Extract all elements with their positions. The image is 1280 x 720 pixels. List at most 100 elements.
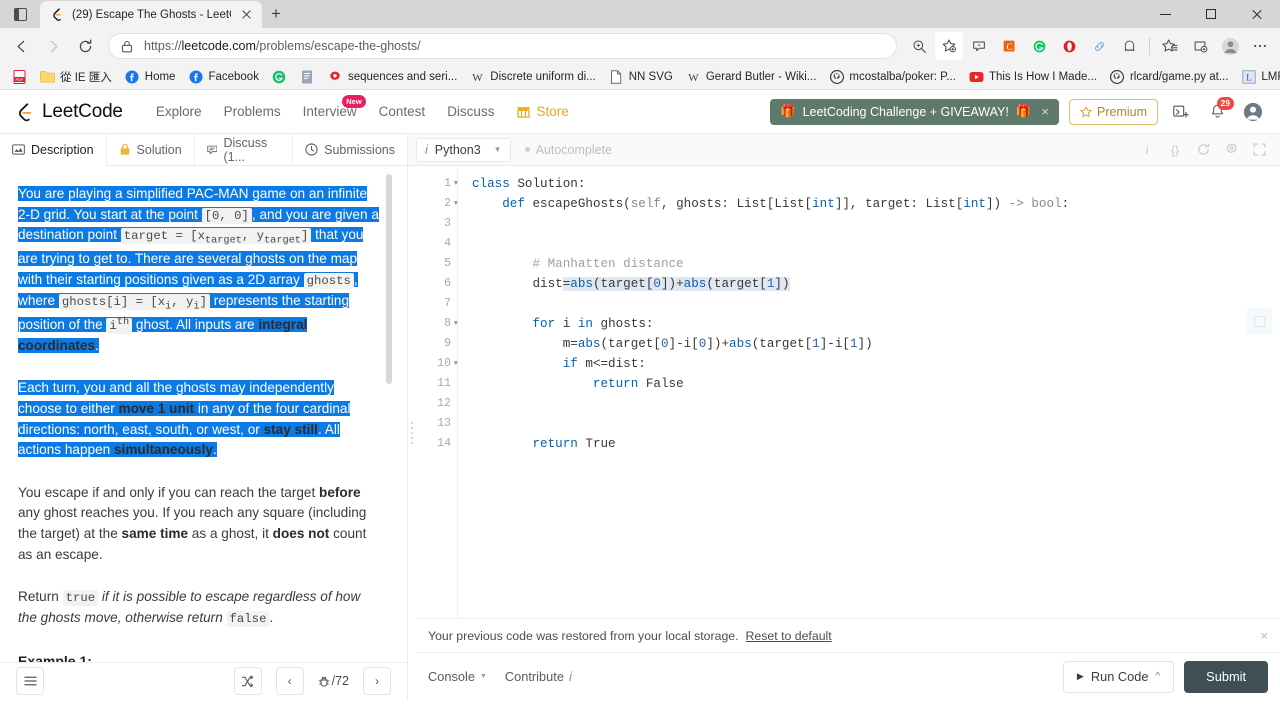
user-avatar[interactable]	[1240, 99, 1266, 125]
collections-icon[interactable]	[965, 32, 993, 60]
discuss-icon	[207, 145, 218, 155]
opera-icon[interactable]	[1055, 32, 1083, 60]
navbar-right-group: 🎁 LeetCoding Challenge + GIVEAWAY! 🎁 × P…	[769, 96, 1266, 125]
console-button[interactable]: Console ▼	[428, 669, 487, 684]
problem-list-button[interactable]	[16, 667, 44, 696]
tab-label: Description	[31, 142, 94, 157]
tab-discuss[interactable]: Discuss (1...	[195, 134, 294, 165]
nav-item-store[interactable]: Store	[505, 104, 579, 119]
bookmark-item[interactable]	[266, 67, 293, 86]
problem-tabs: Description Solution Discuss (1... Submi…	[0, 134, 408, 166]
fold-icon[interactable]: ▼	[454, 194, 458, 214]
nav-item-interview[interactable]: Interview New	[292, 95, 368, 119]
browser-tab[interactable]: (29) Escape The Ghosts - LeetCo	[40, 1, 262, 28]
editor-floating-button[interactable]	[1246, 308, 1272, 334]
bookmark-item[interactable]: PDF	[6, 67, 33, 86]
contribute-button[interactable]: Contribute i	[505, 669, 572, 684]
ghost-icon[interactable]	[1115, 32, 1143, 60]
facebook-icon	[125, 69, 140, 84]
info-italic-icon: i	[568, 669, 572, 684]
bookmark-item[interactable]: L LMFDB - The L-func...	[1235, 67, 1280, 86]
bookmark-item[interactable]: mcostalba/poker: P...	[823, 67, 962, 86]
autocomplete-toggle[interactable]: Autocomplete	[524, 143, 612, 157]
new-tab-button[interactable]: +	[262, 1, 290, 28]
window-close-button[interactable]	[1234, 0, 1280, 28]
leetcode-logo-icon	[19, 102, 32, 121]
fullscreen-icon[interactable]	[1246, 137, 1272, 163]
code-editor[interactable]: 1 ▼ 2 ▼ 3 4 5 6 7 8 ▼ 9 10 ▼ 11 12 13 14 cla…	[416, 166, 1280, 618]
svg-text:PDF: PDF	[16, 77, 25, 82]
more-icon[interactable]	[1246, 32, 1274, 60]
settings-icon[interactable]	[1218, 137, 1244, 163]
chevron-left-icon: ‹	[287, 674, 292, 689]
window-maximize-button[interactable]	[1188, 0, 1234, 28]
reset-to-default-link[interactable]: Reset to default	[746, 629, 832, 643]
profile-icon[interactable]	[1216, 32, 1244, 60]
clock-icon	[305, 143, 318, 156]
submit-button[interactable]: Submit	[1184, 660, 1268, 693]
line-number: 5	[444, 257, 451, 270]
tab-solution[interactable]: Solution	[107, 134, 195, 165]
tab-description[interactable]: Description	[0, 134, 107, 166]
back-button[interactable]	[6, 32, 36, 60]
code-target: target = [xtarget, ytarget]	[120, 228, 312, 247]
url-domain: leetcode.com	[181, 39, 256, 53]
link-icon[interactable]	[1085, 32, 1113, 60]
tab-submissions[interactable]: Submissions	[293, 134, 408, 165]
nav-item-discuss[interactable]: Discuss	[436, 104, 505, 119]
code-origin: [0, 0]	[201, 207, 252, 224]
language-select[interactable]: i Python3 ▼	[416, 137, 511, 162]
restore-close-icon[interactable]: ×	[1260, 628, 1268, 643]
bookmark-item[interactable]: Facebook	[182, 67, 265, 86]
fold-icon[interactable]: ▼	[454, 174, 458, 194]
extension-c-icon[interactable]: C	[995, 32, 1023, 60]
new-post-button[interactable]	[1168, 99, 1194, 125]
grammarly-icon[interactable]	[1025, 32, 1053, 60]
bookmark-item[interactable]: 從 IE 匯入	[34, 67, 118, 87]
reload-button[interactable]	[70, 32, 100, 60]
add-collection-icon[interactable]	[1186, 32, 1214, 60]
description-scrollbar[interactable]	[386, 174, 392, 384]
shuffle-button[interactable]	[233, 667, 262, 696]
prev-problem-button[interactable]: ‹	[275, 667, 304, 696]
info-icon[interactable]: i	[1134, 137, 1160, 163]
new-badge: New	[342, 95, 366, 108]
pane-splitter[interactable]	[408, 166, 416, 700]
tab-label: Discuss (1...	[223, 135, 268, 164]
premium-button[interactable]: Premium	[1068, 98, 1158, 125]
bookmarks-bar: PDF 從 IE 匯入 Home Facebook sequences and …	[0, 64, 1280, 90]
tab-search-button[interactable]	[0, 0, 40, 28]
address-bar[interactable]: https://leetcode.com/problems/escape-the…	[108, 33, 897, 59]
tab-close-icon[interactable]	[238, 6, 255, 23]
run-code-button[interactable]: ▶ Run Code ^	[1062, 660, 1175, 693]
bookmark-item[interactable]: NN SVG	[603, 67, 679, 86]
toolbar-divider	[1149, 37, 1150, 55]
nav-item-problems[interactable]: Problems	[213, 104, 292, 119]
bookmark-item[interactable]: W Discrete uniform di...	[464, 67, 601, 86]
zoom-icon[interactable]	[905, 32, 933, 60]
fold-icon[interactable]: ▼	[454, 314, 458, 334]
next-problem-button[interactable]: ›	[363, 667, 391, 696]
nav-item-explore[interactable]: Explore	[145, 104, 213, 119]
favorites-icon[interactable]	[1156, 32, 1184, 60]
window-minimize-button[interactable]	[1142, 0, 1188, 28]
bookmark-item[interactable]: This Is How I Made...	[963, 67, 1103, 86]
forward-button[interactable]	[38, 32, 68, 60]
braces-icon[interactable]: {}	[1162, 137, 1188, 163]
bookmark-item[interactable]: W Gerard Butler - Wiki...	[680, 67, 823, 86]
add-favorite-icon[interactable]	[935, 32, 963, 60]
lmfdb-icon: L	[1241, 69, 1256, 84]
bookmark-item[interactable]: Home	[119, 67, 182, 86]
nav-item-contest[interactable]: Contest	[368, 104, 437, 119]
leetcode-logo[interactable]: LeetCode	[14, 101, 123, 123]
banner-close-icon[interactable]: ×	[1041, 104, 1049, 119]
code-content[interactable]: class Solution: def escapeGhosts(self, g…	[458, 166, 1280, 618]
notifications-button[interactable]: 29	[1204, 96, 1234, 125]
reset-icon[interactable]	[1190, 137, 1216, 163]
selected-text-2: Each turn, you and all the ghosts may in…	[18, 380, 351, 458]
bookmark-item[interactable]: rlcard/game.py at...	[1104, 67, 1234, 86]
bookmark-item[interactable]	[294, 67, 321, 86]
bookmark-item[interactable]: sequences and seri...	[322, 67, 463, 86]
leetcoding-challenge-banner[interactable]: 🎁 LeetCoding Challenge + GIVEAWAY! 🎁 ×	[769, 98, 1059, 125]
fold-icon[interactable]: ▼	[454, 354, 458, 374]
